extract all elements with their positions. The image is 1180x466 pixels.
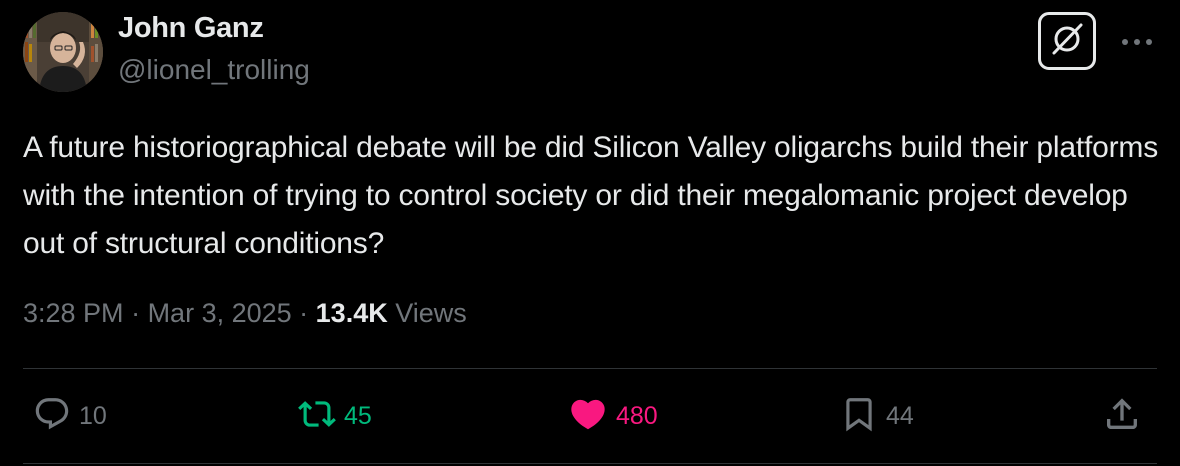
divider [23, 368, 1157, 369]
avatar[interactable] [23, 12, 103, 92]
retweet-icon [298, 395, 336, 438]
meta-separator: · [291, 298, 316, 328]
like-count: 480 [616, 401, 658, 430]
views-count[interactable]: 13.4K [316, 298, 388, 328]
tweet-card: John Ganz @lionel_trolling A future hist… [0, 0, 1180, 466]
tweet-time[interactable]: 3:28 PM [23, 298, 124, 328]
more-dots-icon [1120, 34, 1154, 52]
meta-separator: · [123, 298, 148, 328]
like-button[interactable]: 480 [568, 393, 658, 439]
author-name[interactable]: John Ganz [118, 12, 264, 45]
bookmark-button[interactable]: 44 [840, 393, 914, 439]
bookmark-count: 44 [886, 401, 914, 430]
grok-button[interactable] [1038, 12, 1096, 70]
share-icon [1102, 394, 1142, 439]
retweet-button[interactable]: 45 [298, 393, 372, 439]
reply-button[interactable]: 10 [33, 393, 107, 439]
heart-icon [568, 394, 608, 439]
grok-icon [1048, 20, 1086, 63]
author-handle[interactable]: @lionel_trolling [118, 54, 310, 86]
views-label: Views [395, 298, 467, 328]
reply-count: 10 [79, 401, 107, 430]
tweet-meta: 3:28 PM · Mar 3, 2025 · 13.4K Views [23, 298, 467, 329]
share-button[interactable] [1102, 393, 1142, 439]
reply-icon [33, 395, 71, 438]
retweet-count: 45 [344, 401, 372, 430]
tweet-date[interactable]: Mar 3, 2025 [148, 298, 292, 328]
more-button[interactable] [1112, 26, 1162, 60]
divider [23, 463, 1157, 464]
bookmark-icon [840, 395, 878, 438]
tweet-text: A future historiographical debate will b… [23, 131, 1158, 260]
